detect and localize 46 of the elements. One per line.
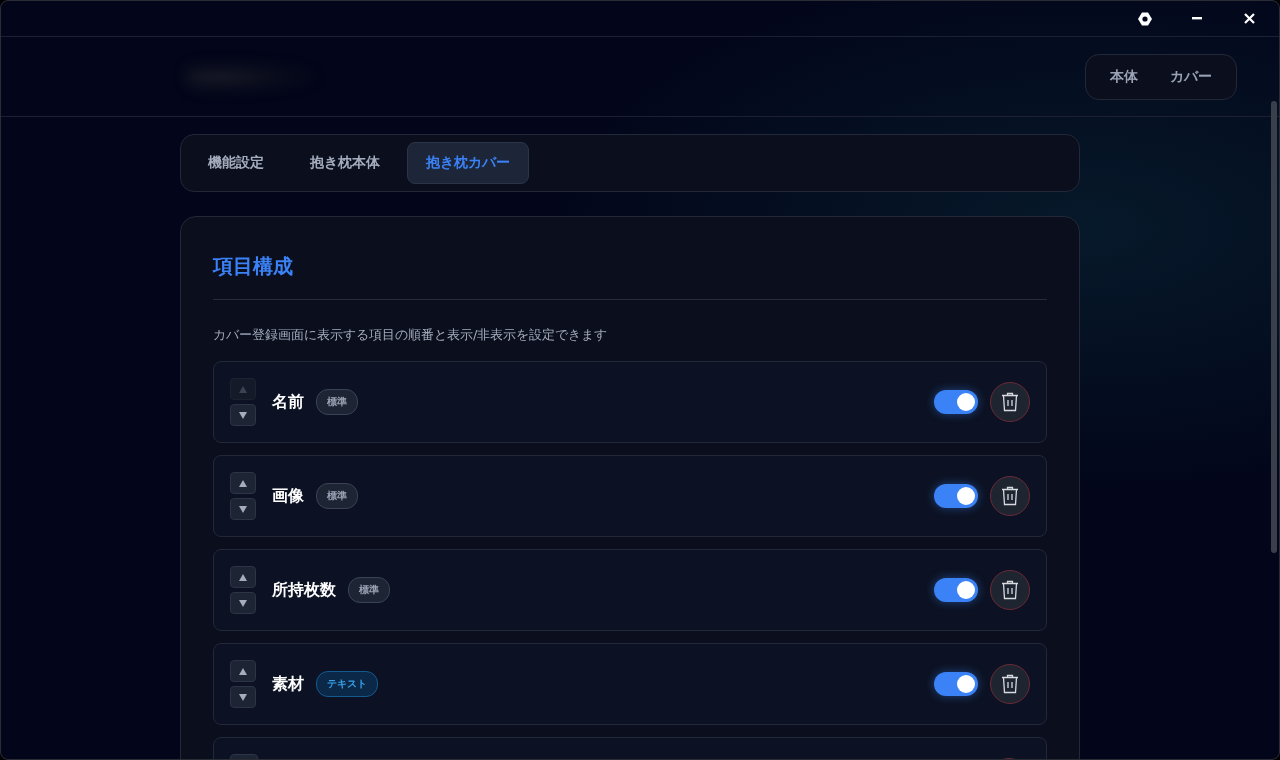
up-triangle-icon [239,479,247,487]
visibility-toggle[interactable] [934,672,978,696]
move-down-button[interactable] [230,686,256,708]
settings-icon [1137,10,1153,27]
tab[interactable]: 機能設定 [189,142,283,184]
field-name: 素材 [272,673,304,695]
type-tag: 標準 [348,577,390,603]
visibility-toggle[interactable] [934,484,978,508]
switch-option[interactable]: 本体 [1094,59,1154,94]
trash-icon [1001,580,1019,600]
trash-icon [1001,674,1019,694]
minimize-icon [1192,17,1202,20]
tab[interactable]: 抱き枕本体 [291,142,399,184]
move-up-button[interactable] [230,566,256,588]
down-triangle-icon [239,599,247,607]
type-tag: 標準 [316,389,358,415]
trash-icon [1001,486,1019,506]
switch-option[interactable]: カバー [1154,59,1228,94]
down-triangle-icon [239,505,247,513]
delete-button[interactable] [990,570,1030,610]
visibility-toggle[interactable] [934,390,978,414]
section-title: 項目構成 [213,253,294,280]
up-triangle-icon [239,385,247,393]
visibility-toggle[interactable] [934,578,978,602]
up-triangle-icon [239,573,247,581]
close-icon [1243,13,1255,24]
down-triangle-icon [239,411,247,419]
field-name: 所持枚数 [272,579,336,601]
delete-button[interactable] [990,382,1030,422]
field-name: 名前 [272,391,304,413]
type-tag: 標準 [316,483,358,509]
delete-button[interactable] [990,476,1030,516]
move-down-button[interactable] [230,498,256,520]
move-down-button[interactable] [230,592,256,614]
type-tag: テキスト [316,671,378,697]
delete-button[interactable] [990,664,1030,704]
trash-icon [1001,392,1019,412]
up-triangle-icon [239,667,247,675]
move-up-button[interactable] [230,660,256,682]
tab[interactable]: 抱き枕カバー [407,142,529,184]
field-name: 画像 [272,485,304,507]
scrollbar[interactable] [1271,101,1277,553]
move-up-button[interactable] [230,472,256,494]
move-down-button[interactable] [230,404,256,426]
section-description: カバー登録画面に表示する項目の順番と表示/非表示を設定できます [213,326,609,344]
down-triangle-icon [239,693,247,701]
